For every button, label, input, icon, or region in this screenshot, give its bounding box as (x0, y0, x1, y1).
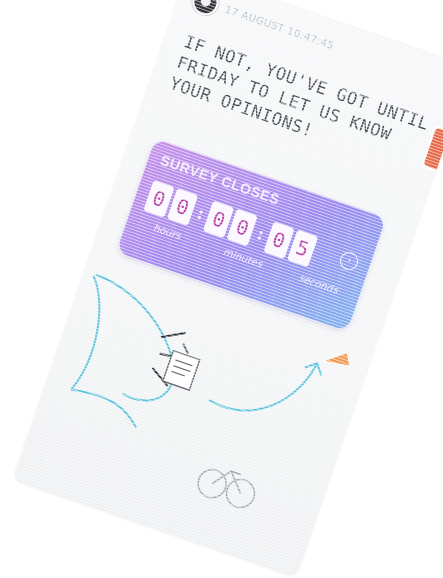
unit-seconds: seconds (297, 273, 340, 297)
arrow-right-icon[interactable]: › (337, 249, 361, 273)
seconds-group: 0 5 (263, 221, 319, 267)
minutes-group: 0 0 (203, 200, 259, 247)
story-timestamp: 17 AUGUST 10:47:45 (223, 3, 336, 52)
profile-avatar[interactable] (188, 0, 222, 19)
story-card[interactable]: 17 AUGUST 10:47:45 IF NOT, YOU'VE GOT UN… (12, 0, 443, 578)
hours-group: 0 0 (143, 180, 199, 226)
